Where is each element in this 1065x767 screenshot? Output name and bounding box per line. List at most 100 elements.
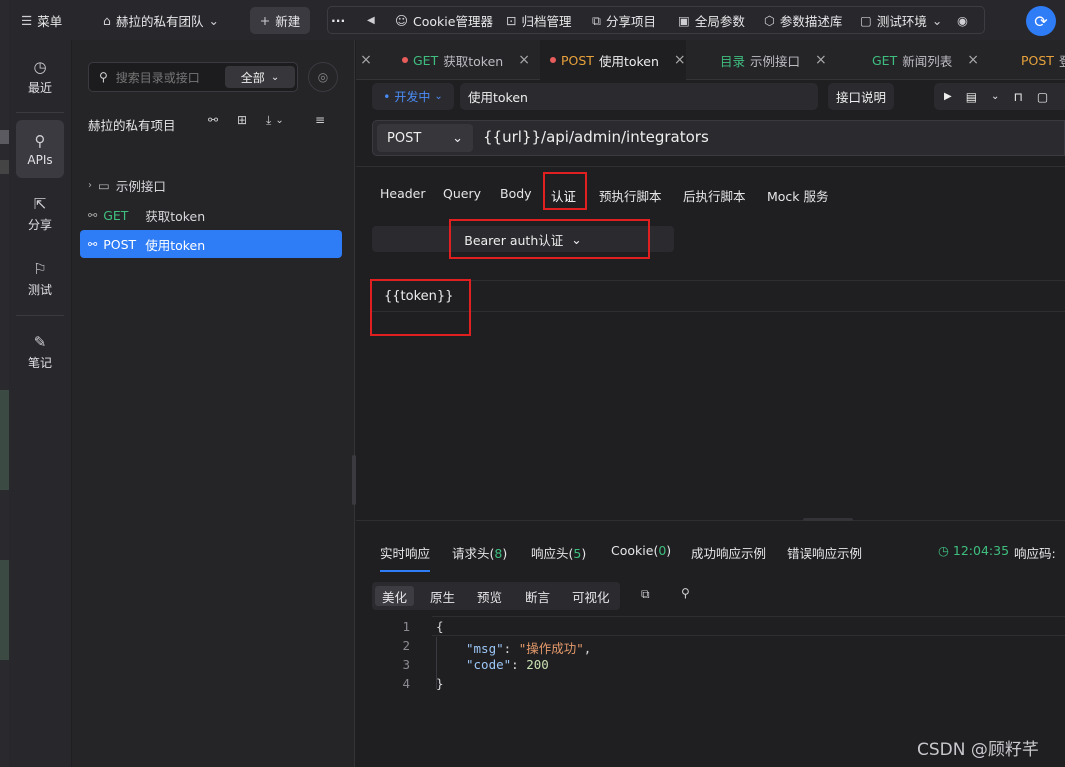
- collapse-tree-button[interactable]: ≡: [315, 113, 325, 127]
- background-window-edge: [0, 0, 9, 767]
- collapse-button[interactable]: ◀: [367, 7, 375, 34]
- chevron-down-icon: ⌄: [931, 13, 943, 28]
- play-icon[interactable]: ▶: [944, 91, 952, 102]
- folder-plus-icon: ⊞: [237, 113, 248, 127]
- archive-button[interactable]: ⊡ 归档管理: [506, 7, 572, 34]
- nav-label: 最近: [27, 81, 52, 95]
- env-preview-button[interactable]: ◉: [957, 7, 968, 34]
- team-icon: ⌂: [103, 13, 111, 28]
- doc-button[interactable]: 接口说明: [828, 83, 894, 110]
- tree-label: 获取token: [145, 208, 206, 224]
- cookie-icon: ☺: [395, 13, 409, 28]
- tab-request-headers[interactable]: 请求头(8): [452, 543, 507, 562]
- url-input[interactable]: {{url}}/api/admin/integrators: [483, 128, 709, 146]
- current-line: [432, 616, 1065, 636]
- tab-post-script[interactable]: 后执行脚本: [683, 186, 746, 205]
- format-preview[interactable]: 预览: [470, 586, 509, 606]
- save-icon[interactable]: ▤: [966, 90, 977, 104]
- token-input[interactable]: {{token}}: [372, 280, 1065, 312]
- tab-pre-script[interactable]: 预执行脚本: [599, 186, 662, 205]
- team-selector[interactable]: ⌂ 赫拉的私有团队 ⌄: [103, 7, 219, 34]
- nav-apis[interactable]: ⚲ APIs: [16, 120, 64, 178]
- method-badge: GET: [103, 207, 129, 223]
- nav-test[interactable]: ⚐ 测试: [16, 250, 64, 308]
- global-params-button[interactable]: ▣ 全局参数: [678, 7, 745, 34]
- env-selector[interactable]: ▢ 测试环境 ⌄: [860, 7, 942, 34]
- archive-icon: ⊡: [506, 13, 517, 28]
- nav-divider: [16, 112, 64, 113]
- copy-icon[interactable]: ⧉: [641, 587, 650, 602]
- tree-api-item-selected[interactable]: ⚯ POST 使用token: [80, 230, 342, 258]
- tab-cookie[interactable]: Cookie(0): [611, 543, 671, 558]
- divider: [356, 166, 1065, 167]
- tree-label: 示例接口: [115, 178, 166, 194]
- tab-close-button[interactable]: ×: [356, 40, 376, 80]
- lock-icon[interactable]: ⊓: [1013, 90, 1022, 104]
- tab-auth[interactable]: 认证: [551, 186, 576, 205]
- param-library-button[interactable]: ⬡ 参数描述库: [764, 7, 842, 34]
- close-icon[interactable]: ×: [967, 52, 979, 68]
- scope-select[interactable]: 全部 ⌄: [225, 66, 295, 88]
- search-icon[interactable]: ⚲: [681, 586, 690, 600]
- method-select[interactable]: POST ⌄: [377, 124, 473, 152]
- nav-recent[interactable]: ◷ 最近: [16, 48, 64, 106]
- tab-response-headers[interactable]: 响应头(5): [531, 543, 586, 562]
- chevron-down-icon[interactable]: ⌄: [991, 91, 999, 102]
- token-value: {{token}}: [384, 289, 454, 304]
- format-raw[interactable]: 原生: [423, 586, 462, 606]
- request-name: 使用token: [468, 90, 528, 105]
- copy-icon[interactable]: ▢: [1037, 90, 1048, 104]
- auth-type-label: Bearer auth认证: [464, 232, 564, 248]
- menu-button[interactable]: ☰ 菜单: [21, 7, 62, 34]
- close-icon[interactable]: ×: [518, 52, 530, 68]
- tab-example-folder[interactable]: 目录 示例接口 ×: [720, 40, 840, 80]
- close-icon[interactable]: ×: [674, 52, 686, 68]
- nav-notes[interactable]: ✎ 笔记: [16, 323, 64, 381]
- add-folder-button[interactable]: ⊞: [237, 113, 247, 127]
- tab-use-token[interactable]: POST 使用token ×: [540, 40, 686, 80]
- format-pretty[interactable]: 美化: [375, 586, 415, 606]
- tree-folder[interactable]: › ▭ 示例接口: [80, 171, 342, 199]
- tool-label: 分享项目: [605, 14, 656, 29]
- json-trail: ,: [583, 641, 592, 656]
- close-icon[interactable]: ×: [815, 52, 827, 68]
- more-button[interactable]: ···: [331, 7, 345, 34]
- env-label: 测试环境: [876, 14, 927, 29]
- line-number: 4: [402, 676, 410, 691]
- tab-error-example[interactable]: 错误响应示例: [787, 543, 862, 562]
- import-button[interactable]: ⤓ ⌄: [266, 113, 284, 128]
- share-project-button[interactable]: ⧉ 分享项目: [592, 7, 656, 34]
- sync-button[interactable]: ⟳: [1026, 6, 1056, 36]
- tab-body[interactable]: Body: [500, 186, 532, 201]
- tab-mock[interactable]: Mock 服务: [767, 186, 829, 205]
- tab-success-example[interactable]: 成功响应示例: [691, 543, 766, 562]
- share-icon: ⧉: [592, 12, 601, 28]
- tab-news-list[interactable]: GET 新闻列表 ×: [872, 40, 1012, 80]
- download-icon: ⤓: [266, 113, 272, 127]
- auth-type-select[interactable]: Bearer auth认证 ⌄: [372, 226, 674, 252]
- status-select[interactable]: • 开发中 ⌄: [372, 83, 454, 110]
- format-visualize[interactable]: 可视化: [565, 586, 617, 606]
- tab-query[interactable]: Query: [443, 186, 481, 201]
- search-input[interactable]: ⚲ 搜索目录或接口 全部 ⌄: [88, 62, 298, 92]
- add-api-button[interactable]: ⚯: [208, 113, 218, 127]
- tab-partial[interactable]: POST 登: [1021, 40, 1065, 80]
- tab-method: 目录: [720, 53, 746, 69]
- request-name-input[interactable]: 使用token: [460, 83, 818, 110]
- locate-button[interactable]: ◎: [308, 62, 338, 92]
- nav-share[interactable]: ⇱ 分享: [16, 185, 64, 243]
- new-button[interactable]: + 新建: [250, 7, 310, 34]
- tab-header[interactable]: Header: [380, 186, 426, 201]
- tab-label: 新闻列表: [902, 53, 953, 69]
- tab-live-response[interactable]: 实时响应: [380, 543, 431, 572]
- tool-label: 全局参数: [694, 14, 745, 29]
- tab-get-token[interactable]: GET 获取token ×: [392, 40, 542, 80]
- tree-api-item[interactable]: ⚯ GET 获取token: [80, 201, 342, 229]
- count-badge: 5: [573, 546, 582, 561]
- format-assert[interactable]: 断言: [518, 586, 557, 606]
- tab-label: 示例接口: [750, 53, 801, 69]
- chevron-down-icon: ⌄: [275, 115, 284, 126]
- nav-label: 测试: [27, 283, 52, 297]
- plus-icon: +: [259, 13, 271, 28]
- cookie-manager-button[interactable]: ☺ Cookie管理器: [395, 7, 493, 34]
